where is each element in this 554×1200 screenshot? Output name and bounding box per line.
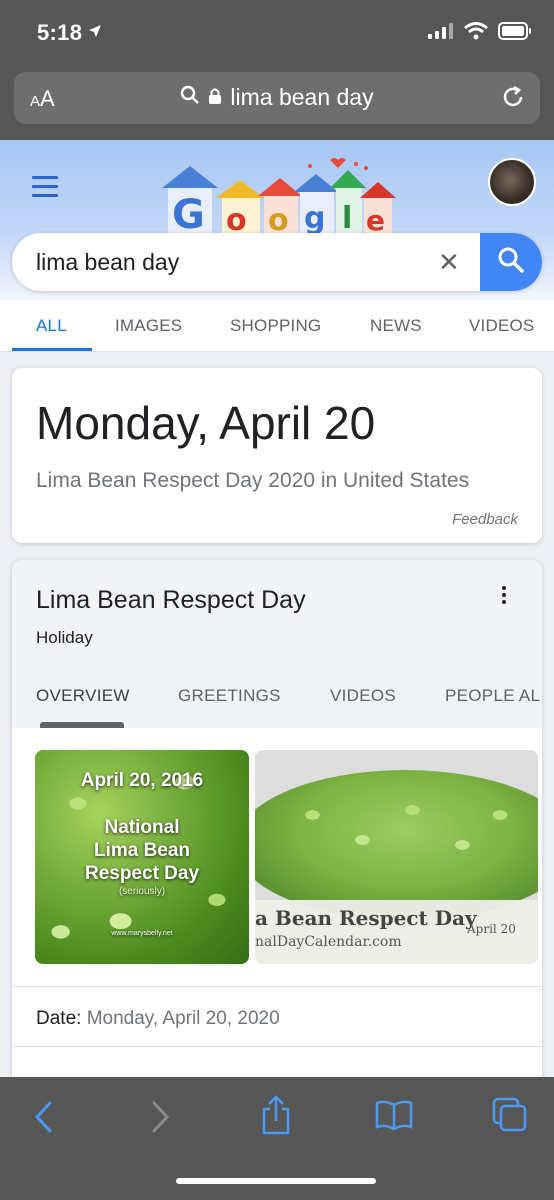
kp-tab-greetings[interactable]: GREETINGS — [178, 686, 281, 706]
image-result-1[interactable]: April 20, 2016 National Lima Bean Respec… — [35, 750, 249, 964]
url-field[interactable]: lima bean day — [14, 84, 540, 111]
active-tab-indicator — [12, 348, 92, 351]
knowledge-panel-title: Lima Bean Respect Day — [36, 586, 306, 614]
status-bar: 5:18 — [0, 0, 554, 62]
url-text: lima bean day — [230, 84, 374, 110]
kp-tab-videos[interactable]: VIDEOS — [330, 686, 396, 706]
lock-icon — [208, 84, 222, 111]
date-fact-label: Date: — [36, 1008, 87, 1029]
knowledge-panel-header: Lima Bean Respect Day Holiday OVERVIEW G… — [12, 560, 542, 728]
image1-caption-url: www.marysbelly.net — [111, 930, 173, 937]
home-indicator[interactable] — [176, 1178, 376, 1184]
answer-subtitle: Lima Bean Respect Day 2020 in United Sta… — [36, 469, 470, 492]
image2-caption-site: nalDayCalendar.com — [255, 934, 402, 950]
reload-icon[interactable] — [500, 84, 526, 115]
battery-icon — [498, 22, 532, 45]
image1-caption-title: National Lima Bean Respect Day — [84, 817, 200, 884]
image1-caption-date: April 20, 2016 — [80, 770, 204, 791]
date-answer-card: Monday, April 20 Lima Bean Respect Day 2… — [12, 368, 542, 543]
account-avatar[interactable] — [488, 158, 536, 206]
bookmarks-icon[interactable] — [375, 1099, 413, 1136]
search-icon — [497, 246, 525, 279]
clear-search-icon[interactable]: ✕ — [438, 249, 460, 275]
kp-tab-people[interactable]: PEOPLE AL — [445, 686, 540, 706]
search-box[interactable]: lima bean day ✕ — [12, 233, 542, 291]
svg-text:g: g — [304, 201, 325, 236]
more-options-icon[interactable] — [502, 586, 508, 607]
tab-images[interactable]: IMAGES — [115, 316, 182, 336]
image1-caption-note: (seriously) — [118, 886, 166, 897]
kp-tab-overview[interactable]: OVERVIEW — [36, 686, 130, 706]
tab-news[interactable]: NEWS — [370, 316, 422, 336]
tab-videos[interactable]: VIDEOS — [469, 316, 534, 336]
tab-all[interactable]: ALL — [36, 316, 67, 336]
divider — [12, 1046, 542, 1047]
knowledge-panel: Lima Bean Respect Day Holiday OVERVIEW G… — [12, 560, 542, 1100]
back-icon[interactable] — [32, 1099, 56, 1140]
location-arrow-icon — [88, 24, 102, 43]
divider — [12, 986, 542, 987]
search-button[interactable] — [480, 233, 542, 291]
svg-text:G: G — [172, 192, 205, 238]
status-time: 5:18 — [37, 20, 83, 45]
search-icon — [180, 84, 200, 111]
date-fact-value: Monday, April 20, 2020 — [86, 1008, 280, 1029]
image2-caption-title: a Bean Respect Day — [255, 906, 477, 930]
tab-shopping[interactable]: SHOPPING — [230, 316, 321, 336]
forward-icon[interactable] — [148, 1099, 172, 1140]
date-fact-row: Date: Monday, April 20, 2020 — [36, 1008, 280, 1030]
google-header: G o o g l e lima bean day ✕ — [0, 140, 554, 300]
search-tabs: ALL IMAGES SHOPPING NEWS VIDEOS — [0, 300, 554, 352]
kp-active-tab-indicator — [40, 722, 124, 728]
share-icon[interactable] — [260, 1095, 292, 1140]
feedback-link[interactable]: Feedback — [452, 511, 518, 528]
image-result-2[interactable]: a Bean Respect Day nalDayCalendar.com Ap… — [255, 750, 538, 964]
tabs-icon[interactable] — [492, 1097, 528, 1138]
knowledge-panel-type: Holiday — [36, 628, 93, 647]
svg-text:l: l — [342, 201, 352, 236]
status-icons — [428, 22, 532, 45]
signal-icon — [428, 23, 454, 44]
menu-icon[interactable] — [32, 176, 58, 203]
answer-date: Monday, April 20 — [36, 397, 376, 449]
google-doodle-logo[interactable]: G o o g l e — [160, 156, 396, 244]
browser-top-chrome: 5:18 AA lima bean day — [0, 0, 554, 140]
image2-caption-date: April 20 — [467, 922, 516, 936]
url-bar[interactable]: AA lima bean day — [14, 72, 540, 124]
wifi-icon — [464, 22, 488, 45]
search-input[interactable]: lima bean day — [36, 249, 179, 276]
